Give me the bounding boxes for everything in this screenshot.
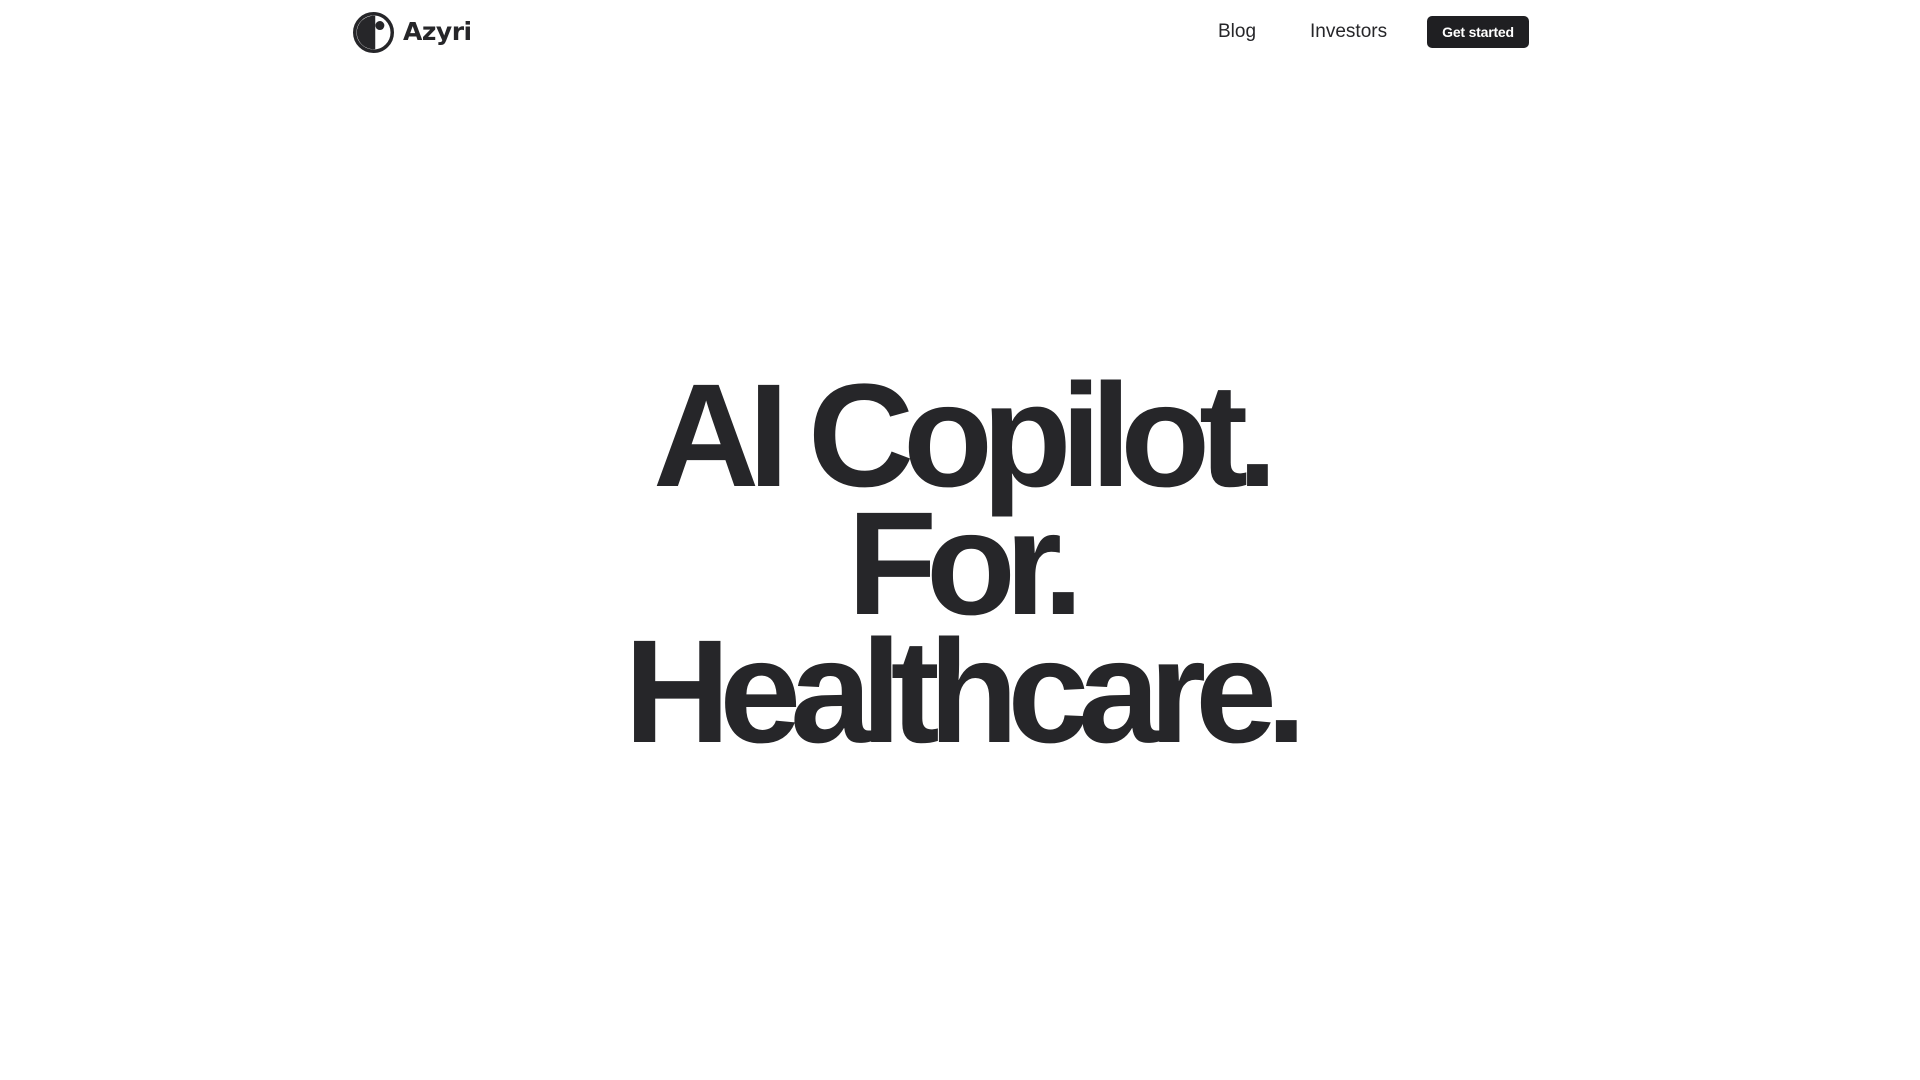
nav-blog: Blog [1218,16,1256,48]
site-header: Azyri Blog Investors Get started [0,0,1920,64]
hero-line-2: For. [847,482,1084,646]
brand-logo-link[interactable]: Azyri [353,11,472,53]
hero-section: AI Copilot. For. Healthcare. [0,354,1920,774]
hero-headline: AI Copilot. For. Healthcare. [0,354,1920,774]
brand-name: Azyri [403,16,472,46]
nav-link-blog[interactable]: Blog [1218,16,1256,48]
get-started-button[interactable]: Get started [1427,16,1529,48]
hero-line-3: Healthcare. [624,610,1307,774]
nav-investors: Investors [1310,16,1387,48]
nav-link-investors[interactable]: Investors [1310,16,1387,48]
hero-line-1: AI Copilot. [653,354,1278,518]
azyri-logo-icon [353,11,394,53]
